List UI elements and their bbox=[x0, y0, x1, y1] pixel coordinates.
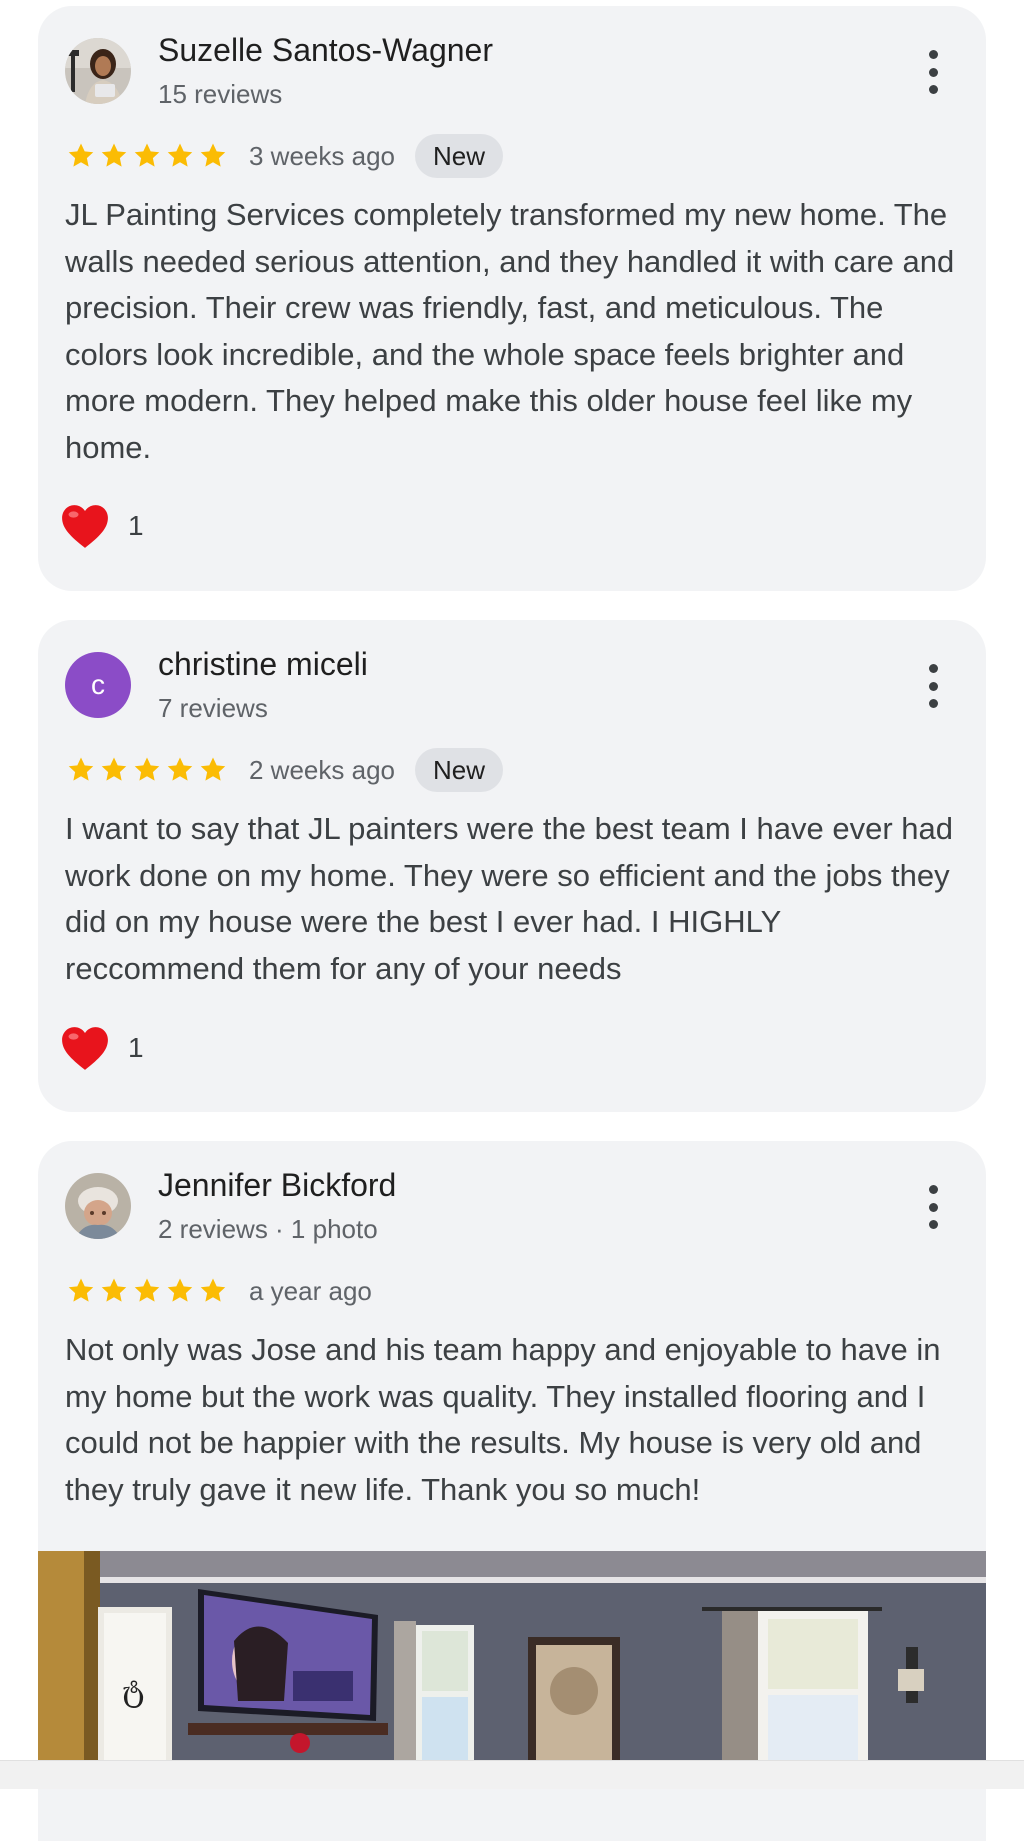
review-card: c christine miceli 7 reviews 2 weeks ago… bbox=[38, 620, 986, 1112]
star-icon bbox=[167, 143, 193, 167]
new-badge: New bbox=[414, 748, 503, 792]
reviewer-name[interactable]: Jennifer Bickford bbox=[158, 1167, 396, 1204]
review-time: 3 weeks ago bbox=[249, 140, 395, 171]
review-time: a year ago bbox=[249, 1275, 372, 1306]
star-icon bbox=[68, 1278, 94, 1302]
reaction-count: 1 bbox=[128, 510, 144, 541]
review-text: Not only was Jose and his team happy and… bbox=[65, 1332, 941, 1507]
more-vert-icon bbox=[928, 664, 938, 673]
star-icon bbox=[101, 1278, 127, 1302]
reviewer-meta: 15 reviews bbox=[158, 79, 283, 109]
rating-row: a year ago bbox=[65, 1269, 372, 1313]
heart-icon bbox=[62, 505, 108, 548]
heart-reaction-button[interactable]: 1 bbox=[60, 502, 144, 550]
more-vert-icon bbox=[928, 1185, 938, 1194]
star-rating bbox=[65, 755, 229, 785]
star-icon bbox=[200, 757, 226, 781]
review-text: JL Painting Services completely transfor… bbox=[65, 197, 955, 465]
reaction-count: 1 bbox=[128, 1032, 144, 1063]
more-options-button[interactable] bbox=[924, 1185, 942, 1229]
star-icon bbox=[101, 143, 127, 167]
avatar-letter: c bbox=[91, 669, 105, 700]
more-options-button[interactable] bbox=[924, 664, 942, 708]
star-icon bbox=[134, 1278, 160, 1302]
heart-reaction-button[interactable]: 1 bbox=[60, 1024, 144, 1072]
star-rating bbox=[65, 141, 229, 171]
star-icon bbox=[200, 143, 226, 167]
star-icon bbox=[167, 757, 193, 781]
reviewer-name[interactable]: christine miceli bbox=[158, 646, 368, 683]
reviewer-meta: 2 reviews · 1 photo bbox=[158, 1214, 378, 1244]
avatar[interactable] bbox=[65, 1173, 131, 1239]
new-badge: New bbox=[414, 134, 503, 178]
rating-row: 3 weeks ago New bbox=[65, 134, 503, 178]
rating-row: 2 weeks ago New bbox=[65, 748, 503, 792]
more-vert-icon bbox=[928, 50, 938, 59]
avatar[interactable] bbox=[65, 38, 131, 104]
star-icon bbox=[134, 757, 160, 781]
star-icon bbox=[134, 143, 160, 167]
review-card: Suzelle Santos-Wagner 15 reviews 3 weeks… bbox=[38, 6, 986, 591]
star-rating bbox=[65, 1276, 229, 1306]
bottom-bar bbox=[0, 1760, 1024, 1789]
review-card: Jennifer Bickford 2 reviews · 1 photo a … bbox=[38, 1141, 986, 1841]
more-options-button[interactable] bbox=[924, 50, 942, 94]
reviewer-meta: 7 reviews bbox=[158, 693, 268, 723]
review-photo[interactable]: ტ bbox=[38, 1551, 986, 1761]
star-icon bbox=[167, 1278, 193, 1302]
star-icon bbox=[68, 757, 94, 781]
star-icon bbox=[101, 757, 127, 781]
review-time: 2 weeks ago bbox=[249, 754, 395, 785]
svg-text:ტ: ტ bbox=[122, 1674, 144, 1709]
review-text: I want to say that JL painters were the … bbox=[65, 811, 954, 986]
avatar[interactable]: c bbox=[65, 652, 131, 718]
star-icon bbox=[68, 143, 94, 167]
star-icon bbox=[200, 1278, 226, 1302]
reviewer-name[interactable]: Suzelle Santos-Wagner bbox=[158, 32, 493, 69]
heart-icon bbox=[62, 1027, 108, 1070]
